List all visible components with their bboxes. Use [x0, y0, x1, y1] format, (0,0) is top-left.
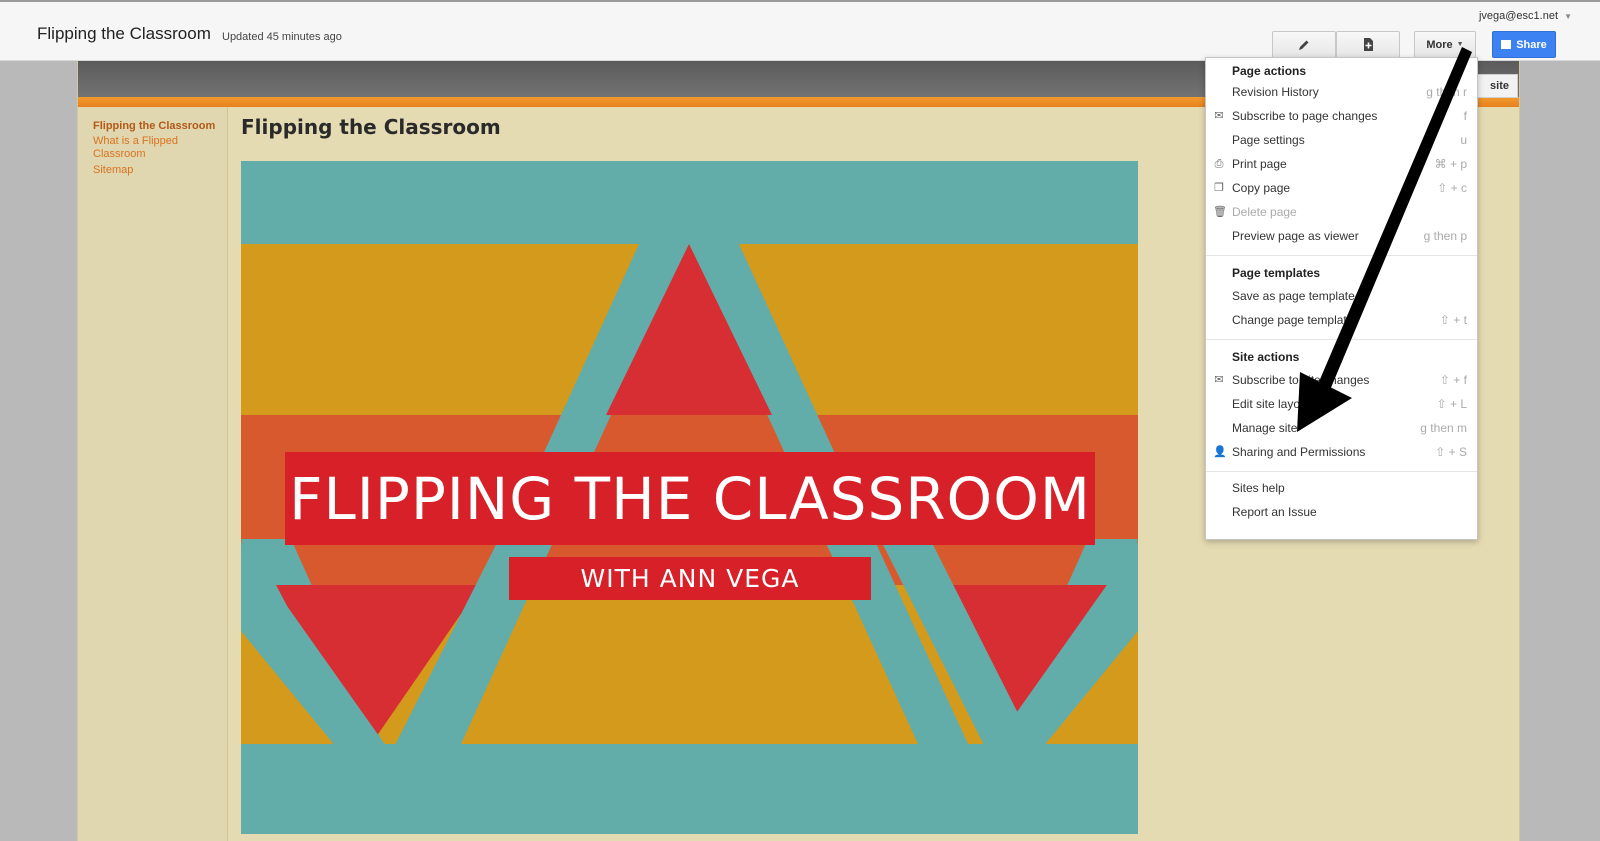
menu-item-subscribe-site-changes[interactable]: ✉ Subscribe to site changes ⇧ + f [1206, 370, 1477, 392]
menu-item-preview-as-viewer[interactable]: Preview page as viewer g then p [1206, 226, 1477, 248]
last-updated-text: Updated 45 minutes ago [222, 31, 342, 43]
menu-item-sharing-permissions[interactable]: 👤 Sharing and Permissions ⇧ + S [1206, 442, 1477, 464]
envelope-icon: ✉ [1214, 374, 1224, 386]
menu-item-subscribe-page-changes[interactable]: ✉ Subscribe to page changes f [1206, 106, 1477, 128]
menu-item-shortcut: g then r [1426, 85, 1467, 99]
hero-subtitle: WITH ANN VEGA [509, 557, 871, 600]
menu-item-shortcut: u [1460, 133, 1467, 147]
menu-item-edit-site-layout[interactable]: Edit site layout ⇧ + L [1206, 394, 1477, 416]
menu-item-manage-site[interactable]: Manage site g then m [1206, 418, 1477, 440]
menu-item-shortcut: g then m [1420, 421, 1467, 435]
menu-item-label: Change page template [1232, 313, 1354, 327]
top-bar: Flipping the Classroom Updated 45 minute… [0, 0, 1600, 61]
hero-title: FLIPPING THE CLASSROOM [285, 452, 1095, 545]
menu-heading-page-actions: Page actions [1232, 64, 1307, 78]
menu-item-label: Page settings [1232, 133, 1305, 147]
new-page-icon [1363, 38, 1373, 51]
menu-item-label: Sharing and Permissions [1232, 445, 1366, 459]
menu-item-label: Sites help [1232, 481, 1285, 495]
share-icon [1501, 40, 1512, 49]
menu-item-shortcut: f [1463, 109, 1467, 123]
menu-item-copy-page[interactable]: ❐ Copy page ⇧ + c [1206, 178, 1477, 200]
site-title[interactable]: Flipping the Classroom [37, 24, 211, 44]
menu-heading-page-templates: Page templates [1232, 266, 1321, 280]
hero-image: FLIPPING THE CLASSROOM WITH ANN VEGA [241, 161, 1138, 834]
menu-item-delete-page: 🗑 Delete page [1206, 202, 1477, 224]
menu-divider [1206, 339, 1477, 340]
printer-icon: ⎙ [1214, 158, 1224, 170]
user-account[interactable]: jvega@esc1.net [1479, 10, 1558, 22]
menu-item-label: Print page [1232, 157, 1287, 171]
menu-item-report-issue[interactable]: Report an Issue [1206, 502, 1477, 524]
menu-item-page-settings[interactable]: Page settings u [1206, 130, 1477, 152]
copy-icon: ❐ [1214, 182, 1224, 194]
page-title: Flipping the Classroom [241, 115, 501, 139]
sidebar: Flipping the Classroom What is a Flipped… [78, 107, 228, 841]
menu-heading-site-actions: Site actions [1232, 350, 1300, 364]
menu-item-label: Subscribe to page changes [1232, 109, 1378, 123]
menu-item-shortcut: ⇧ + S [1435, 445, 1467, 459]
menu-item-save-as-template[interactable]: Save as page template [1206, 286, 1477, 308]
menu-item-shortcut: g then p [1423, 229, 1467, 243]
menu-divider [1206, 255, 1477, 256]
sidebar-item-sitemap[interactable]: Sitemap [93, 164, 223, 177]
trash-icon: 🗑 [1213, 206, 1227, 218]
menu-item-label: Preview page as viewer [1232, 229, 1359, 243]
sidebar-item-what-is-a-flipped-classroom[interactable]: What is a Flipped Classroom [93, 135, 193, 161]
add-person-icon: 👤 [1213, 446, 1227, 458]
account-caret-icon[interactable]: ▼ [1564, 12, 1572, 21]
menu-item-label: Subscribe to site changes [1232, 373, 1370, 387]
menu-item-label: Manage site [1232, 421, 1298, 435]
menu-item-label: Report an Issue [1232, 505, 1317, 519]
menu-item-label: Delete page [1232, 205, 1297, 219]
menu-item-shortcut: ⇧ + t [1439, 313, 1467, 327]
sidebar-item-flipping-the-classroom[interactable]: Flipping the Classroom [93, 120, 223, 133]
menu-item-revision-history[interactable]: Revision History g then r [1206, 82, 1477, 104]
edit-page-button[interactable] [1272, 31, 1336, 58]
menu-item-label: Save as page template [1232, 289, 1355, 303]
menu-divider [1206, 471, 1477, 472]
menu-item-label: Copy page [1232, 181, 1291, 195]
menu-item-label: Edit site layout [1232, 397, 1311, 411]
new-page-button[interactable] [1336, 31, 1400, 58]
more-actions-button[interactable]: More ▼ [1414, 31, 1476, 58]
menu-item-shortcut: ⇧ + c [1437, 181, 1467, 195]
menu-item-shortcut: ⇧ + f [1439, 373, 1467, 387]
more-label: More [1426, 38, 1453, 51]
chevron-down-icon: ▼ [1456, 41, 1464, 48]
menu-item-shortcut: ⇧ + L [1436, 397, 1467, 411]
menu-item-print-page[interactable]: ⎙ Print page ⌘ + p [1206, 154, 1477, 176]
pencil-icon [1299, 40, 1309, 50]
menu-item-shortcut: ⌘ + p [1434, 157, 1467, 171]
envelope-icon: ✉ [1214, 110, 1224, 122]
share-button[interactable]: Share [1492, 31, 1556, 58]
menu-item-label: Revision History [1232, 85, 1319, 99]
menu-item-sites-help[interactable]: Sites help [1206, 478, 1477, 500]
menu-item-change-template[interactable]: Change page template ⇧ + t [1206, 310, 1477, 332]
more-actions-menu: Page actions Revision History g then r ✉… [1205, 57, 1478, 540]
share-label: Share [1516, 38, 1547, 51]
